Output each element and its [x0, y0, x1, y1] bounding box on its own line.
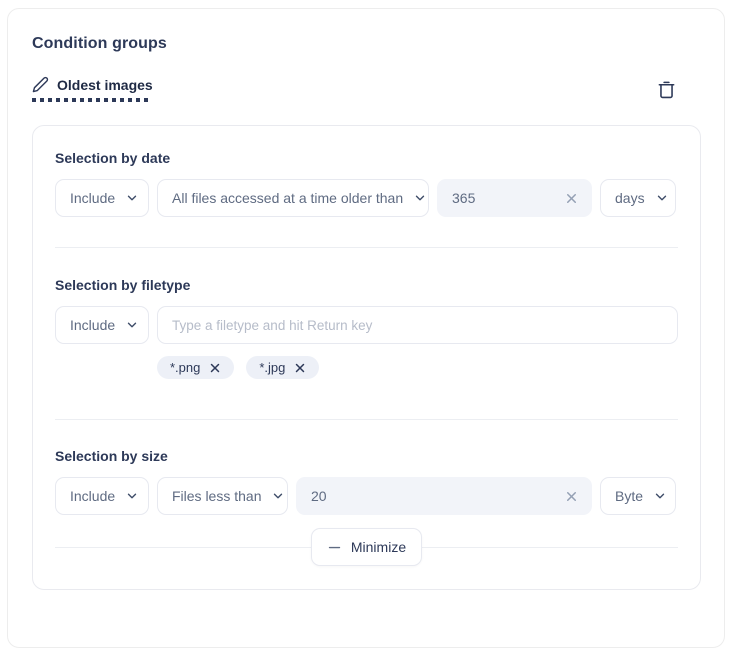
minimize-label: Minimize [351, 539, 406, 555]
chevron-down-icon [271, 489, 285, 503]
date-condition-label: All files accessed at a time older than [172, 190, 403, 206]
size-unit-dropdown[interactable]: Byte [600, 477, 676, 515]
clear-icon[interactable] [564, 191, 579, 206]
filetype-include-dropdown[interactable]: Include [55, 306, 149, 344]
section-date: Selection by date Include All files acce… [55, 150, 678, 217]
condition-group-card: Selection by date Include All files acce… [32, 125, 701, 590]
section-divider [55, 247, 678, 248]
chevron-down-icon [413, 191, 427, 205]
pencil-icon[interactable] [32, 76, 49, 93]
section-filetype: Selection by filetype Include *.png [55, 277, 678, 379]
size-condition-dropdown[interactable]: Files less than [157, 477, 288, 515]
section-size: Selection by size Include Files less tha… [55, 448, 678, 515]
group-header: Oldest images [32, 76, 700, 104]
group-name-underline [32, 98, 150, 102]
minimize-row: Minimize [55, 528, 678, 566]
filetype-tag-label: *.jpg [259, 360, 285, 375]
chevron-down-icon [653, 489, 667, 503]
group-name-label: Oldest images [57, 77, 153, 93]
date-condition-dropdown[interactable]: All files accessed at a time older than [157, 179, 429, 217]
size-value-input[interactable] [311, 488, 564, 504]
date-unit-dropdown[interactable]: days [600, 179, 676, 217]
section-divider [55, 419, 678, 420]
filetype-input-field [157, 306, 678, 344]
size-include-dropdown[interactable]: Include [55, 477, 149, 515]
minimize-button[interactable]: Minimize [311, 528, 422, 566]
remove-tag-icon[interactable] [294, 362, 306, 374]
size-value-field [296, 477, 592, 515]
filetype-tag: *.jpg [246, 356, 319, 379]
size-include-label: Include [70, 488, 115, 504]
clear-icon[interactable] [564, 489, 579, 504]
chevron-down-icon [125, 489, 139, 503]
filetype-tag-label: *.png [170, 360, 200, 375]
trash-icon[interactable] [655, 78, 678, 104]
filetype-tags: *.png *.jpg [157, 356, 678, 379]
chevron-down-icon [125, 191, 139, 205]
page-title: Condition groups [32, 35, 700, 53]
size-unit-label: Byte [615, 488, 643, 504]
filetype-input[interactable] [172, 318, 663, 333]
remove-tag-icon[interactable] [209, 362, 221, 374]
chevron-down-icon [125, 318, 139, 332]
date-unit-label: days [615, 190, 645, 206]
condition-groups-panel: Condition groups Oldest images Selection… [7, 8, 725, 648]
date-value-field [437, 179, 592, 217]
section-date-heading: Selection by date [55, 150, 678, 166]
group-name-editable[interactable]: Oldest images [32, 76, 153, 102]
minus-icon [327, 540, 342, 555]
size-condition-label: Files less than [172, 488, 261, 504]
date-include-label: Include [70, 190, 115, 206]
filetype-include-label: Include [70, 317, 115, 333]
filetype-tag: *.png [157, 356, 234, 379]
section-size-heading: Selection by size [55, 448, 678, 464]
chevron-down-icon [655, 191, 669, 205]
section-filetype-heading: Selection by filetype [55, 277, 678, 293]
date-include-dropdown[interactable]: Include [55, 179, 149, 217]
date-value-input[interactable] [452, 190, 564, 206]
